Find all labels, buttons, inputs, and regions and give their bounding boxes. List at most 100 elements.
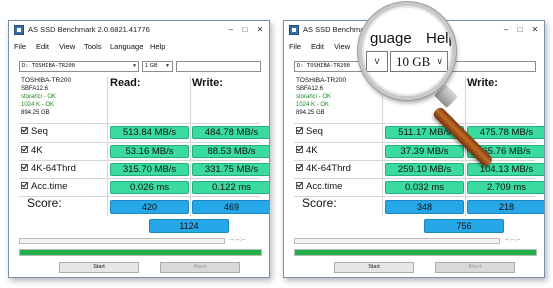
abort-button[interactable]: Abort <box>435 262 515 273</box>
score-read: 348 <box>385 200 464 214</box>
menu-view[interactable]: View <box>334 42 350 51</box>
row-seq-label[interactable]: Seq <box>21 126 48 137</box>
4k64-write-value: 331.75 MB/s <box>192 163 269 176</box>
magnifier-lens: guage Help v 10 GB ∨ . <box>358 2 456 100</box>
menu-tools[interactable]: Tools <box>84 42 102 51</box>
divider <box>107 76 108 216</box>
checkbox-icon[interactable] <box>21 127 28 134</box>
checkbox-icon[interactable] <box>296 182 303 189</box>
chevron-down-icon: v <box>374 56 380 67</box>
drive-firmware: SBFA12.6 <box>21 86 49 92</box>
score-total: 1124 <box>149 219 229 233</box>
drive-select[interactable]: D: TOSHIBA-TR200 <box>294 61 366 72</box>
magnified-menu-help: Help <box>426 30 456 47</box>
row-acctime-label[interactable]: Acc.time <box>296 181 342 192</box>
divider <box>190 76 191 216</box>
drive-select-value: D: TOSHIBA-TR200 <box>22 63 75 69</box>
size-select[interactable]: 1 GB ▼ <box>142 61 173 72</box>
4k64-read-value: 259.10 MB/s <box>385 163 464 176</box>
magnified-size-select: 10 GB ∨ <box>390 51 448 72</box>
close-icon[interactable]: ✕ <box>528 23 542 36</box>
status-area <box>294 238 500 244</box>
checkbox-icon[interactable] <box>296 146 303 153</box>
start-button[interactable]: Start <box>59 262 139 273</box>
start-button[interactable]: Start <box>334 262 414 273</box>
4k-write-value: 88.53 MB/s <box>192 145 269 158</box>
4k-read-value: 53.16 MB/s <box>110 145 189 158</box>
score-read: 420 <box>110 200 189 214</box>
abort-button[interactable]: Abort <box>160 262 240 273</box>
drive-driver-status: storahci - OK <box>296 94 332 100</box>
row-4k64-label[interactable]: 4K-64Thrd <box>21 163 76 174</box>
divider <box>19 123 260 124</box>
checkbox-icon[interactable] <box>21 182 28 189</box>
seq-write-value: 484.78 MB/s <box>192 126 269 139</box>
menu-file[interactable]: File <box>14 42 26 51</box>
progress-fill <box>295 250 536 255</box>
app-icon <box>14 25 24 35</box>
divider <box>19 160 260 161</box>
score-total: 756 <box>424 219 504 233</box>
close-icon[interactable]: ✕ <box>253 23 267 36</box>
extra-field[interactable] <box>176 61 261 72</box>
4k64-write-value: 104.13 MB/s <box>467 163 544 176</box>
drive-capacity: 894.25 GB <box>21 110 50 116</box>
minimize-icon[interactable]: – <box>224 23 238 36</box>
row-seq-label[interactable]: Seq <box>296 126 323 137</box>
drive-capacity: 894.25 GB <box>296 110 325 116</box>
progress-bar <box>294 249 537 256</box>
chevron-down-icon: ▼ <box>165 63 170 69</box>
menu-edit[interactable]: Edit <box>311 42 324 51</box>
divider <box>294 142 535 143</box>
divider <box>294 178 535 179</box>
acctime-read-value: 0.032 ms <box>385 181 464 194</box>
menu-file[interactable]: File <box>289 42 301 51</box>
acctime-read-value: 0.026 ms <box>110 181 189 194</box>
score-write: 469 <box>192 200 269 214</box>
acctime-write-value: 2.709 ms <box>467 181 544 194</box>
maximize-icon[interactable]: □ <box>238 23 252 36</box>
seq-read-value: 513.84 MB/s <box>110 126 189 139</box>
row-4k-label[interactable]: 4K <box>296 145 318 156</box>
drive-select[interactable]: D: TOSHIBA-TR200 ▼ <box>19 61 139 72</box>
benchmark-window-left: AS SSD Benchmark 2.0.6821.41776 – □ ✕ Fi… <box>8 20 270 278</box>
elapsed-time: --:--:-- <box>505 237 521 243</box>
chevron-down-icon: ∨ <box>436 56 443 66</box>
elapsed-time: --:--:-- <box>230 237 246 243</box>
window-title: AS SSD Benchmark 2.0.6821.41776 <box>28 25 150 34</box>
divider <box>19 142 260 143</box>
row-4k-label[interactable]: 4K <box>21 145 43 156</box>
divider <box>382 76 383 216</box>
drive-select-value: D: TOSHIBA-TR200 <box>297 63 350 69</box>
score-label: Score: <box>302 196 337 210</box>
menu-language[interactable]: Language <box>110 42 143 51</box>
seq-write-value: 475.78 MB/s <box>467 126 544 139</box>
drive-model: TOSHIBA-TR200 <box>21 77 72 84</box>
maximize-icon[interactable]: □ <box>513 23 527 36</box>
progress-fill <box>20 250 261 255</box>
magnified-size-value: 10 GB <box>396 54 431 69</box>
drive-model: TOSHIBA-TR200 <box>296 77 347 84</box>
score-write: 218 <box>467 200 544 214</box>
row-acctime-label[interactable]: Acc.time <box>21 181 67 192</box>
menu-help[interactable]: Help <box>150 42 165 51</box>
menu-view[interactable]: View <box>59 42 75 51</box>
drive-align-status: 1024 K - OK <box>296 102 330 108</box>
row-4k64-label[interactable]: 4K-64Thrd <box>296 163 351 174</box>
divider <box>294 123 535 124</box>
magnified-menu-language: guage <box>370 30 412 47</box>
checkbox-icon[interactable] <box>296 164 303 171</box>
drive-driver-status: storahci - OK <box>21 94 57 100</box>
minimize-icon[interactable]: – <box>499 23 513 36</box>
extra-field[interactable] <box>451 61 536 72</box>
progress-bar <box>19 249 262 256</box>
menu-edit[interactable]: Edit <box>36 42 49 51</box>
drive-info: TOSHIBA-TR200 SBFA12.6 storahci - OK 102… <box>19 76 104 122</box>
checkbox-icon[interactable] <box>21 164 28 171</box>
read-header: Read: <box>110 77 141 89</box>
chevron-down-icon: ▼ <box>132 63 136 69</box>
title-bar: AS SSD Benchmark 2.0.6821.41776 – □ ✕ <box>9 21 269 39</box>
checkbox-icon[interactable] <box>21 146 28 153</box>
4k64-read-value: 315.70 MB/s <box>110 163 189 176</box>
checkbox-icon[interactable] <box>296 127 303 134</box>
